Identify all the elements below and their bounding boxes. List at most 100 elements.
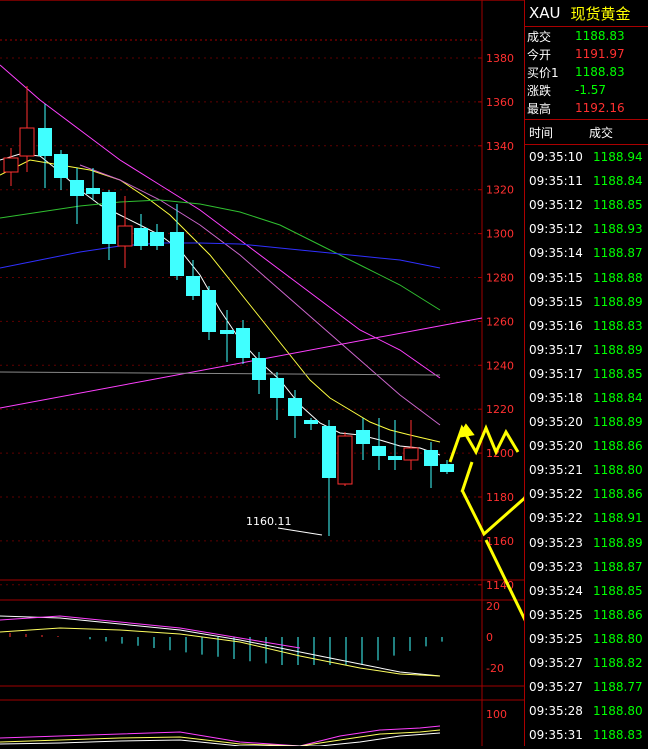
candle-body [356,430,370,444]
quote-row: 最高 1192.16 [525,99,648,117]
candle-body [322,426,336,478]
tick-row[interactable]: 09:35:20 1188.89 [525,410,648,434]
instrument-header: XAU 现货黄金 [525,0,648,27]
tick-time: 09:35:25 [529,631,583,646]
tick-row[interactable]: 09:35:25 1188.86 [525,603,648,627]
tick-time: 09:35:10 [529,150,583,165]
ma-line-yellow [0,159,441,443]
price-axis-label: 1320 [486,184,514,197]
tick-price: 1188.80 [593,704,643,719]
tick-row[interactable]: 09:35:27 1188.82 [525,651,648,675]
quote-row: 涨跌 -1.57 [525,81,648,99]
candle-body [236,328,250,358]
tick-price: 1188.93 [593,222,643,237]
tick-row[interactable]: 09:35:25 1188.80 [525,627,648,651]
tick-time: 09:35:11 [529,174,583,189]
candle-body [3,157,19,173]
price-gridlines [0,57,482,586]
tick-time: 09:35:16 [529,318,583,333]
tick-row[interactable]: 09:35:27 1188.77 [525,675,648,699]
price-axis-label: 1240 [486,359,514,372]
tick-row[interactable]: 09:35:28 1188.80 [525,699,648,723]
kdj-lines [0,725,441,747]
tick-time: 09:35:22 [529,487,583,502]
tick-row[interactable]: 09:35:18 1188.84 [525,386,648,410]
tick-row[interactable]: 09:35:31 1188.83 [525,723,648,747]
instrument-name: 现货黄金 [570,4,631,23]
quote-value: 1188.83 [575,29,625,43]
candle-body [102,192,116,244]
tick-row[interactable]: 09:35:21 1188.80 [525,458,648,482]
candle-body [86,188,100,194]
kdj-axis-label: 100 [486,708,507,721]
macd-lines [0,615,441,677]
price-axis-label: 1280 [486,272,514,285]
tick-time: 09:35:15 [529,270,583,285]
candlestick-chart[interactable]: 1380 1360 1340 1320 1300 1280 1260 1240 1220 1200… [0,0,648,747]
tick-row[interactable]: 09:35:22 1188.91 [525,506,648,530]
low-price-label: 1160.11 [246,515,292,528]
candle-body [388,456,402,460]
tick-time: 09:35:25 [529,607,583,622]
price-axis-label: 1180 [486,491,514,504]
tick-price: 1188.94 [593,150,643,165]
tick-row[interactable]: 09:35:24 1188.85 [525,579,648,603]
macd-axis: 20 0 -20 [486,600,504,675]
tick-price: 1188.86 [593,487,643,502]
tick-time: 09:35:17 [529,342,583,357]
tick-time: 09:35:22 [529,511,583,526]
kdj-axis: 100 [486,708,507,721]
quote-value: 1191.97 [575,47,625,61]
tick-row[interactable]: 09:35:15 1188.88 [525,265,648,289]
macd-axis-label: -20 [486,662,504,675]
candle-body [304,420,318,424]
tick-time: 09:35:17 [529,366,583,381]
tick-price: 1188.83 [593,318,643,333]
tick-price: 1188.87 [593,559,643,574]
tick-row[interactable]: 09:35:23 1188.89 [525,531,648,555]
tick-row[interactable]: 09:35:22 1188.86 [525,482,648,506]
tick-price: 1188.91 [593,511,643,526]
tick-row[interactable]: 09:35:20 1188.86 [525,434,648,458]
quote-label: 买价1 [527,65,559,80]
tick-price: 1188.85 [593,583,643,598]
candle-body [252,358,266,380]
tick-price: 1188.89 [593,535,643,550]
tick-time: 09:35:20 [529,439,583,454]
candle-body [134,228,148,246]
tick-row[interactable]: 09:35:16 1188.83 [525,314,648,338]
tick-row[interactable]: 09:35:10 1188.94 [525,145,648,169]
tick-time: 09:35:20 [529,415,583,430]
tick-row[interactable]: 09:35:17 1188.85 [525,362,648,386]
moving-averages [0,64,483,456]
tick-price: 1188.84 [593,174,643,189]
tick-row[interactable]: 09:35:14 1188.87 [525,241,648,265]
candle-body [150,232,164,246]
candle-body [38,128,52,156]
tick-time: 09:35:27 [529,656,583,671]
tick-row[interactable]: 09:35:17 1188.89 [525,338,648,362]
ticks-header-time: 时间 [529,125,554,140]
candle-body [337,435,353,485]
tick-row[interactable]: 09:35:12 1188.85 [525,193,648,217]
candle-body [70,180,84,196]
tick-row[interactable]: 09:35:11 1188.84 [525,169,648,193]
tick-price: 1188.88 [593,270,643,285]
quote-value: -1.57 [575,83,607,97]
tick-price: 1188.82 [593,656,643,671]
tick-price: 1188.84 [593,390,643,405]
tick-row[interactable]: 09:35:23 1188.87 [525,555,648,579]
tick-time: 09:35:28 [529,704,583,719]
low-price-pointer [277,527,323,536]
quote-summary: 成交 1188.83 今开 1191.97 买价1 1188.83 涨跌 -1.57 最高 119… [525,27,648,117]
tick-row[interactable]: 09:35:12 1188.93 [525,217,648,241]
tick-time: 09:35:12 [529,198,583,213]
tick-row[interactable]: 09:35:15 1188.89 [525,290,648,314]
price-axis-label: 1220 [486,403,514,416]
kline-chart-panel[interactable]: 1380 1360 1340 1320 1300 1280 1260 1240 1220 1200… [0,0,648,747]
tick-time: 09:35:24 [529,583,583,598]
candlesticks [3,86,454,536]
quote-value: 1188.83 [575,65,625,79]
tick-time: 09:35:21 [529,463,583,478]
tick-list[interactable]: 09:35:10 1188.94 09:35:11 1188.84 09:35:12 11… [525,145,648,747]
